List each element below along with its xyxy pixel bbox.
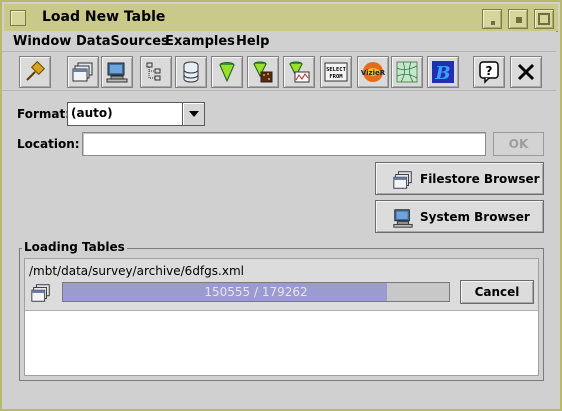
loading-tables-list: /mbt/data/survey/archive/6dfgs.xml 15055… <box>24 258 539 376</box>
system-browser-tool-button[interactable] <box>101 56 133 88</box>
b-icon: B <box>432 61 454 84</box>
close-button[interactable] <box>534 9 554 29</box>
windows-stack-icon <box>72 62 93 82</box>
windows-stack-icon <box>393 171 412 189</box>
list-item: /mbt/data/survey/archive/6dfgs.xml 15055… <box>25 259 538 311</box>
pushpin-icon <box>26 60 46 81</box>
minimize-button[interactable] <box>482 9 502 29</box>
menu-examples[interactable]: Examples <box>165 34 235 49</box>
cancel-button[interactable]: Cancel <box>460 280 534 304</box>
sky-map-icon <box>396 61 418 83</box>
pushpin-button[interactable] <box>19 56 51 88</box>
select-from-icon: SELECTFROM <box>324 62 348 82</box>
system-browser-label: System Browser <box>420 210 530 224</box>
tree-browser-button[interactable] <box>140 56 172 88</box>
vizier-icon: VizieR <box>361 62 385 82</box>
loading-file-path: /mbt/data/survey/archive/6dfgs.xml <box>29 264 244 278</box>
close-icon <box>517 63 535 81</box>
menu-datasources[interactable]: DataSources <box>76 34 169 49</box>
svg-text:?: ? <box>486 64 493 78</box>
filestore-browser-button[interactable]: Filestore Browser <box>375 162 544 195</box>
help-icon: ? <box>479 61 499 84</box>
computer-icon <box>106 62 128 83</box>
chevron-down-icon <box>188 111 199 117</box>
database-button[interactable] <box>175 56 207 88</box>
vizier-button[interactable]: VizieR <box>357 56 389 88</box>
menu-window[interactable]: Window <box>13 34 71 49</box>
progress-text: 150555 / 179262 <box>204 285 308 299</box>
loading-tables-title: Loading Tables <box>22 240 127 254</box>
sky-map-button[interactable] <box>391 56 423 88</box>
toolbar: SELECT FROM VizieR B ? <box>2 53 556 91</box>
computer-icon <box>393 209 413 228</box>
cone-search-button[interactable] <box>211 56 243 88</box>
ok-button[interactable]: OK <box>493 132 544 156</box>
tree-icon <box>146 62 161 81</box>
load-progress-bar: 150555 / 179262 <box>62 282 450 302</box>
filestore-browser-label: Filestore Browser <box>420 172 540 186</box>
window-menu-icon[interactable] <box>10 10 26 26</box>
close-window-button[interactable] <box>510 56 542 88</box>
cone-chart-button[interactable] <box>283 56 315 88</box>
menu-bar: Window DataSources Examples Help <box>2 31 556 52</box>
format-selected-value: (auto) <box>71 106 113 120</box>
location-label: Location: <box>17 137 80 151</box>
svg-text:SELECT: SELECT <box>326 67 347 73</box>
svg-text:VizieR: VizieR <box>361 69 385 77</box>
cone-chart-icon <box>289 61 310 83</box>
b-service-button[interactable]: B <box>427 56 459 88</box>
cone-dice-icon <box>253 61 273 83</box>
system-browser-button[interactable]: System Browser <box>375 200 544 233</box>
format-select[interactable]: (auto) <box>67 102 205 126</box>
title-bar[interactable]: Load New Table <box>4 4 558 32</box>
windows-stack-icon <box>31 284 50 302</box>
cone-filter-icon <box>219 62 235 83</box>
maximize-button[interactable] <box>508 9 528 29</box>
database-icon <box>183 61 199 83</box>
location-input[interactable] <box>82 132 486 156</box>
format-label: Format: <box>17 107 71 121</box>
cone-dice-button[interactable] <box>247 56 279 88</box>
windows-button[interactable] <box>67 56 99 88</box>
sql-query-button[interactable]: SELECT FROM <box>320 56 352 88</box>
svg-text:FROM: FROM <box>329 74 343 80</box>
svg-text:B: B <box>434 63 450 84</box>
help-button[interactable]: ? <box>473 56 505 88</box>
format-dropdown-button[interactable] <box>182 103 204 125</box>
menu-help[interactable]: Help <box>236 34 269 49</box>
window-title: Load New Table <box>42 9 166 25</box>
